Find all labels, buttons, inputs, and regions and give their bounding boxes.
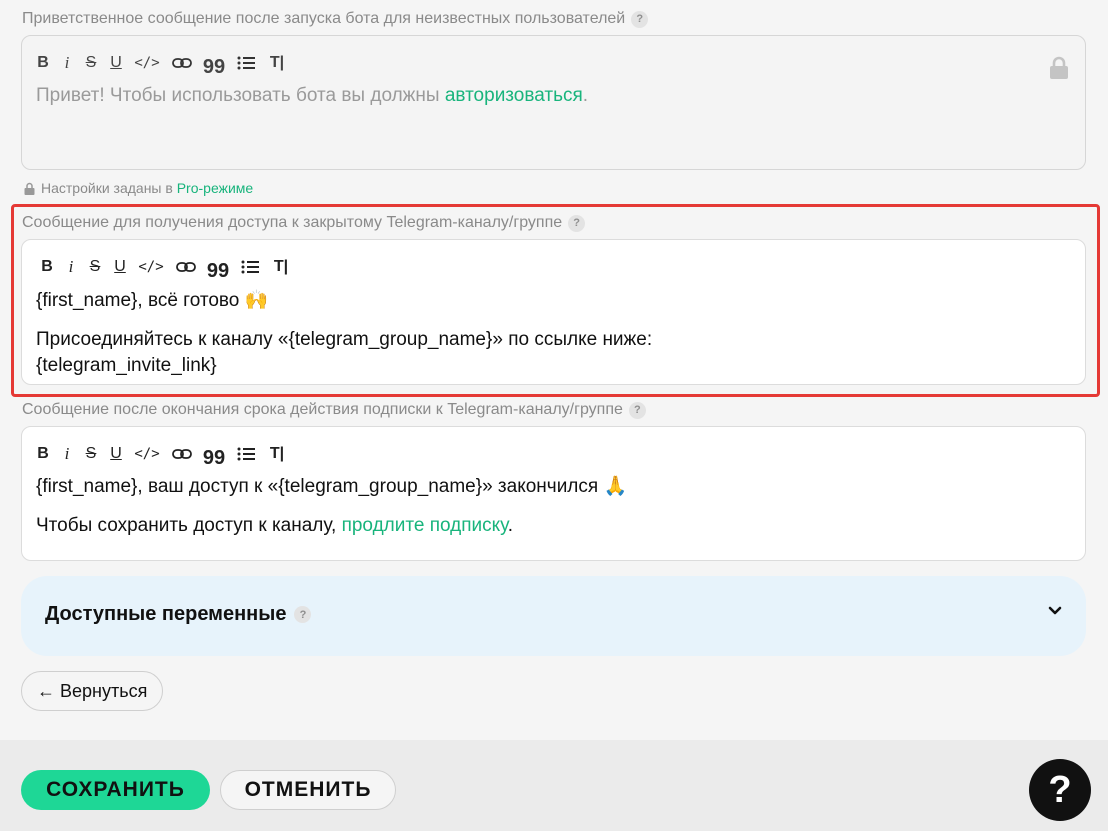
list-icon[interactable] [234, 52, 258, 74]
welcome-message-text: Привет! Чтобы использовать бота вы должн… [36, 85, 589, 106]
strikethrough-button[interactable]: S [84, 443, 98, 465]
underline-button[interactable]: U [108, 443, 124, 465]
help-icon[interactable]: ? [628, 401, 646, 419]
welcome-message-editor: B i S U </> 99 T| Привет! Чтобы использо… [21, 35, 1086, 170]
clear-format-button[interactable]: T| [272, 256, 290, 278]
authorize-link[interactable]: авторизоваться [445, 85, 583, 106]
clear-format-button[interactable]: T| [268, 52, 286, 74]
lock-icon [1050, 56, 1068, 79]
footer-bar: СОХРАНИТЬ ОТМЕНИТЬ ? [0, 740, 1108, 831]
back-button[interactable]: ← Вернуться [21, 671, 164, 711]
access-field-label-text: Сообщение для получения доступа к закрыт… [22, 214, 563, 231]
quote-button[interactable]: 99 [207, 256, 229, 282]
expiry-message-line1: {first_name}, ваш доступ к «{telegram_gr… [36, 476, 628, 497]
save-button[interactable]: СОХРАНИТЬ [21, 770, 210, 810]
quote-button[interactable]: 99 [203, 443, 225, 469]
expiry-field-label-text: Сообщение после окончания срока действия… [22, 401, 623, 418]
help-icon[interactable]: ? [631, 10, 649, 28]
italic-button[interactable]: i [64, 256, 78, 278]
strikethrough-button[interactable]: S [84, 52, 98, 74]
expiry-field-label: Сообщение после окончания срока действия… [22, 401, 646, 419]
access-field-label: Сообщение для получения доступа к закрыт… [22, 214, 586, 232]
code-button[interactable]: </> [138, 256, 164, 278]
editor-toolbar: B i S U </> 99 T| [36, 52, 296, 78]
renew-subscription-link[interactable]: продлите подписку [342, 515, 508, 536]
editor-toolbar: B i S U </> 99 T| [40, 256, 300, 282]
strikethrough-button[interactable]: S [88, 256, 102, 278]
expiry-message-editor[interactable]: B i S U </> 99 T| {first_name}, ваш дост… [21, 426, 1086, 561]
quote-button[interactable]: 99 [203, 52, 225, 78]
question-icon[interactable]: ? [1029, 759, 1091, 821]
access-message-line3: {telegram_invite_link} [36, 355, 217, 376]
folded-hands-emoji: 🙏 [603, 476, 628, 497]
link-icon[interactable] [174, 256, 198, 278]
bold-button[interactable]: B [36, 52, 50, 74]
help-icon[interactable]: ? [568, 214, 586, 232]
expiry-message-line2: Чтобы сохранить доступ к каналу, продлит… [36, 515, 514, 536]
access-message-editor[interactable]: B i S U </> 99 T| {first_name}, всё гото… [21, 239, 1086, 385]
italic-button[interactable]: i [60, 52, 74, 74]
available-variables-panel[interactable]: Доступные переменные ? [21, 576, 1086, 656]
editor-toolbar: B i S U </> 99 T| [36, 443, 296, 469]
chevron-down-icon[interactable] [1048, 606, 1062, 616]
link-icon[interactable] [170, 443, 194, 465]
access-message-line1: {first_name}, всё готово 🙌 [36, 290, 269, 311]
lock-icon [24, 182, 35, 195]
welcome-field-label: Приветственное сообщение после запуска б… [22, 10, 649, 28]
raised-hands-emoji: 🙌 [244, 290, 269, 311]
cancel-button[interactable]: ОТМЕНИТЬ [220, 770, 396, 810]
underline-button[interactable]: U [112, 256, 128, 278]
bold-button[interactable]: B [40, 256, 54, 278]
clear-format-button[interactable]: T| [268, 443, 286, 465]
access-message-line2: Присоединяйтесь к каналу «{telegram_grou… [36, 329, 653, 350]
bold-button[interactable]: B [36, 443, 50, 465]
list-icon[interactable] [234, 443, 258, 465]
list-icon[interactable] [238, 256, 262, 278]
link-icon[interactable] [170, 52, 194, 74]
italic-button[interactable]: i [60, 443, 74, 465]
available-variables-title: Доступные переменные ? [45, 603, 312, 626]
code-button[interactable]: </> [134, 52, 160, 74]
code-button[interactable]: </> [134, 443, 160, 465]
pro-mode-link[interactable]: Pro-режиме [177, 180, 253, 196]
help-icon[interactable]: ? [294, 606, 312, 623]
welcome-field-label-text: Приветственное сообщение после запуска б… [22, 10, 626, 27]
underline-button[interactable]: U [108, 52, 124, 74]
pro-mode-note: Настройки заданы в Pro-режиме [24, 180, 253, 196]
